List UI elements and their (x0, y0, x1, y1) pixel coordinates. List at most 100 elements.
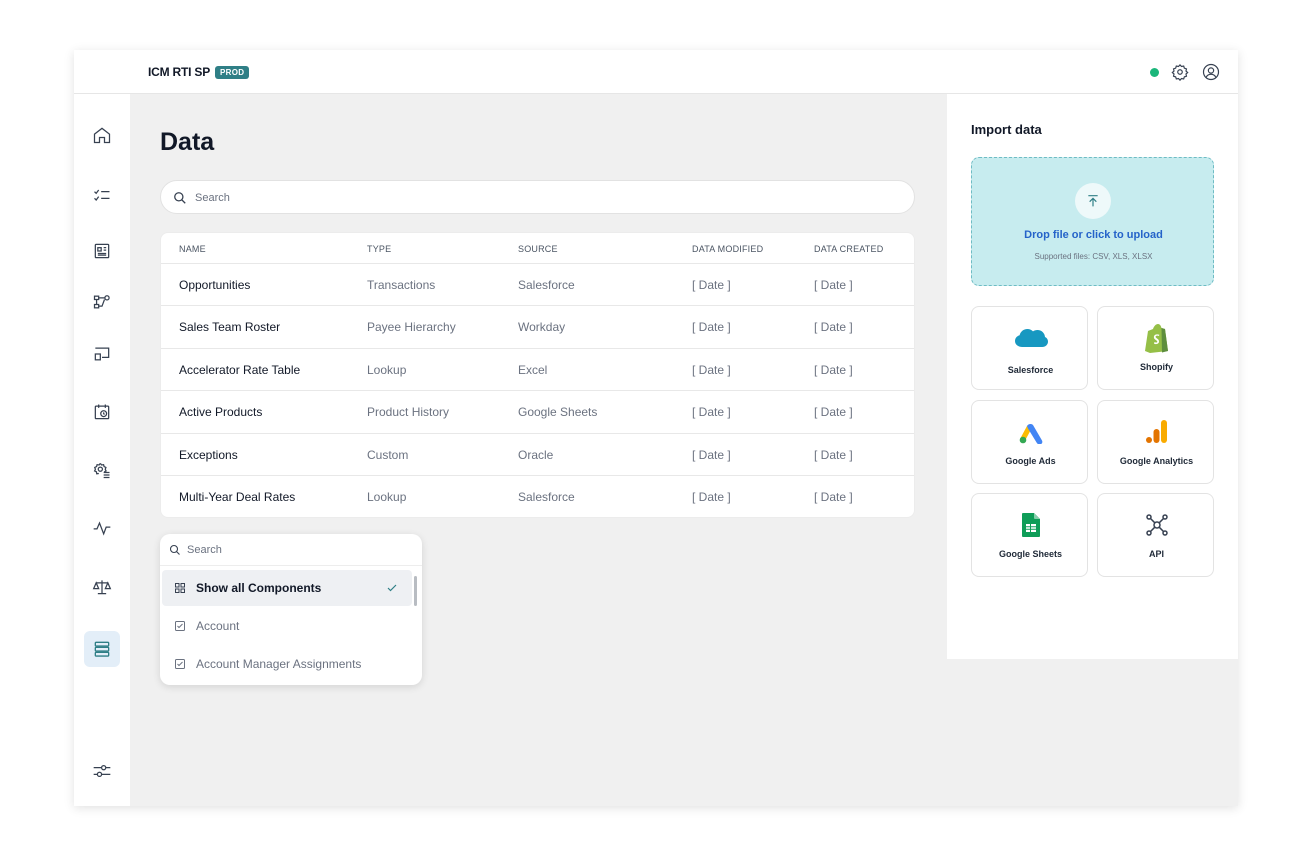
option-label: Account (196, 619, 240, 633)
cell-name: Opportunities (179, 278, 251, 292)
option-account[interactable]: Account (162, 608, 412, 644)
cell-data-modified: [ Date ] (692, 489, 731, 504)
upload-dropzone[interactable]: Drop file or click to upload Supported f… (971, 157, 1214, 286)
source-card-api[interactable]: API (1097, 493, 1214, 577)
dropzone-subtitle: Supported files: CSV, XLS, XLSX (1034, 252, 1153, 261)
header-type[interactable]: TYPE (367, 244, 391, 254)
source-card-google-analytics[interactable]: Google Analytics (1097, 400, 1214, 484)
checkbox-icon (175, 659, 185, 669)
cell-type: Lookup (367, 362, 407, 377)
dropdown-search-input[interactable] (187, 542, 407, 558)
cell-name: Accelerator Rate Table (179, 362, 301, 377)
google-ads-icon (972, 417, 1089, 447)
cell-data-created: [ Date ] (814, 447, 853, 462)
cell-name: Active Products (179, 405, 263, 420)
upload-icon (1075, 183, 1111, 219)
cell-source: Salesforce (518, 489, 575, 504)
cell-data-modified: [ Date ] (692, 278, 731, 292)
import-panel: Import data Drop file or click to upload… (947, 94, 1238, 659)
home-icon[interactable] (84, 117, 120, 153)
cell-source: Workday (518, 320, 566, 335)
user-circle-icon[interactable] (1202, 63, 1220, 81)
table-row[interactable]: Active Products Product History Google S… (161, 391, 914, 434)
cell-source: Google Sheets (518, 405, 598, 420)
cell-data-created: [ Date ] (814, 362, 853, 377)
source-label: Shopify (1140, 362, 1173, 372)
status-indicator (1150, 68, 1159, 77)
table-row[interactable]: Opportunities Transactions Salesforce [ … (161, 264, 914, 307)
table-row[interactable]: Multi-Year Deal Rates Lookup Salesforce … (161, 476, 914, 517)
header-name[interactable]: NAME (179, 244, 206, 254)
table-row[interactable]: Exceptions Custom Oracle [ Date ] [ Date… (161, 434, 914, 476)
dropdown-search[interactable] (160, 534, 422, 566)
import-title: Import data (971, 122, 1042, 137)
search-icon (169, 544, 180, 555)
source-label: Salesforce (1007, 365, 1054, 375)
dropdown-scrollbar[interactable] (414, 576, 417, 606)
checkbox-icon (175, 621, 185, 631)
table-header: NAME TYPE SOURCE DATA MODIFIED DATA CREA… (161, 233, 914, 264)
option-account-manager-assignments[interactable]: Account Manager Assignments (162, 646, 412, 682)
source-card-shopify[interactable]: Shopify (1097, 306, 1214, 390)
workflow-icon[interactable] (84, 284, 120, 320)
scale-icon[interactable] (84, 569, 120, 605)
sliders-icon[interactable] (84, 753, 120, 789)
gear-icon[interactable] (1171, 63, 1189, 82)
sidebar (74, 94, 130, 806)
cell-name: Exceptions (179, 447, 238, 462)
cell-type: Payee Hierarchy (367, 320, 456, 335)
dropzone-title: Drop file or click to upload (1024, 229, 1163, 241)
table-row[interactable]: Accelerator Rate Table Lookup Excel [ Da… (161, 349, 914, 392)
search-bar[interactable] (160, 180, 915, 214)
cell-type: Product History (367, 405, 450, 420)
top-bar: ICM RTI SP PROD (74, 50, 1238, 94)
check-icon (387, 584, 397, 592)
cell-source: Oracle (518, 447, 554, 462)
cell-data-created: [ Date ] (814, 278, 853, 292)
settings-list-icon[interactable] (84, 452, 120, 488)
cell-data-created: [ Date ] (814, 489, 853, 504)
database-icon[interactable] (84, 631, 120, 667)
cell-type: Transactions (367, 278, 436, 292)
source-card-google-sheets[interactable]: Google Sheets (971, 493, 1088, 577)
header-data-modified[interactable]: DATA MODIFIED (692, 244, 763, 254)
header-data-created[interactable]: DATA CREATED (814, 244, 883, 254)
option-show-all-components[interactable]: Show all Components (162, 570, 412, 606)
option-label: Account Manager Assignments (196, 657, 362, 671)
option-label: Show all Components (196, 581, 322, 595)
cell-source: Salesforce (518, 278, 575, 292)
google-analytics-icon (1098, 417, 1215, 447)
cell-name: Sales Team Roster (179, 320, 281, 335)
app-window: ICM RTI SP PROD Data Search NAME TYPE SO… (74, 50, 1238, 806)
cell-data-created: [ Date ] (814, 320, 853, 335)
cell-data-modified: [ Date ] (692, 447, 731, 462)
dashboard-icon[interactable] (84, 233, 120, 269)
cell-source: Excel (518, 362, 548, 377)
component-dropdown: Show all Components Account Account Mana… (160, 534, 422, 685)
activity-icon[interactable] (84, 510, 120, 546)
cell-type: Custom (367, 447, 409, 462)
grid-icon (175, 583, 185, 593)
data-table: NAME TYPE SOURCE DATA MODIFIED DATA CREA… (160, 232, 915, 518)
source-card-salesforce[interactable]: Salesforce (971, 306, 1088, 390)
presentation-icon[interactable] (84, 336, 120, 372)
app-title: ICM RTI SP (148, 65, 211, 79)
header-source[interactable]: SOURCE (518, 244, 558, 254)
cell-data-created: [ Date ] (814, 405, 853, 420)
source-card-google-ads[interactable]: Google Ads (971, 400, 1088, 484)
source-label: Google Analytics (1119, 456, 1194, 466)
source-label: API (1148, 549, 1164, 559)
source-label: Google Sheets (998, 549, 1062, 559)
search-input[interactable] (195, 189, 895, 207)
table-row[interactable]: Sales Team Roster Payee Hierarchy Workda… (161, 306, 914, 349)
source-label: Google Ads (1005, 456, 1056, 466)
checklist-icon[interactable] (84, 177, 120, 213)
cell-data-modified: [ Date ] (692, 320, 731, 335)
cell-data-modified: [ Date ] (692, 362, 731, 377)
google-sheets-icon (972, 510, 1089, 540)
salesforce-icon (972, 323, 1089, 353)
page-title: Data (160, 128, 215, 156)
calendar-clock-icon[interactable] (84, 394, 120, 430)
api-icon (1098, 510, 1215, 540)
env-badge: PROD (215, 66, 250, 79)
